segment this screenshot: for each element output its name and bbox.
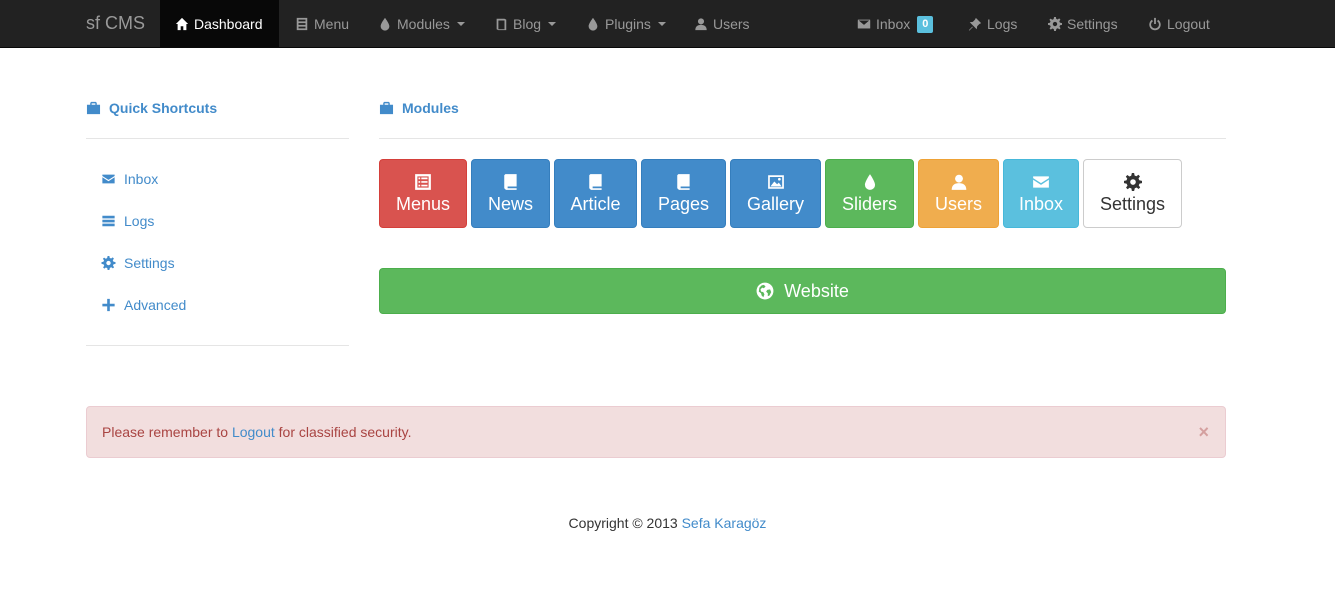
- user-icon: [951, 174, 966, 190]
- plus-icon: [102, 298, 115, 312]
- modules-title-text: Modules: [402, 100, 459, 116]
- nav-dashboard-label: Dashboard: [194, 16, 263, 32]
- nav-logout[interactable]: Logout: [1148, 0, 1210, 48]
- nav-inbox[interactable]: Inbox 0: [857, 0, 934, 48]
- module-article-label: Article: [570, 193, 621, 214]
- footer-copyright: Copyright © 2013: [568, 515, 682, 531]
- website-button-label: Website: [784, 280, 849, 301]
- nav-plugins-label: Plugins: [605, 16, 651, 32]
- footer-author-link[interactable]: Sefa Karagöz: [682, 515, 767, 531]
- off-icon: [1149, 17, 1161, 31]
- list-icon: [296, 17, 308, 31]
- divider: [86, 138, 349, 139]
- divider: [379, 138, 1226, 139]
- module-menus-button[interactable]: Menus: [379, 159, 467, 228]
- book-icon: [676, 173, 690, 190]
- envelope-icon: [1033, 175, 1049, 188]
- cog-icon: [1048, 17, 1062, 31]
- caret-down-icon: [657, 22, 666, 26]
- cog-icon: [1123, 172, 1142, 191]
- tint-icon: [588, 17, 598, 31]
- module-gallery-label: Gallery: [746, 193, 804, 214]
- list-alt-icon: [415, 173, 431, 190]
- shortcut-logs-label: Logs: [124, 213, 155, 229]
- module-inbox-label: Inbox: [1018, 193, 1064, 214]
- shortcut-inbox-label: Inbox: [124, 171, 159, 187]
- shortcut-settings-label: Settings: [124, 255, 175, 271]
- nav-logs-label: Logs: [987, 16, 1018, 32]
- nav-plugins[interactable]: Plugins: [586, 0, 666, 48]
- module-pages-label: Pages: [657, 193, 710, 214]
- tasks-icon: [102, 215, 115, 227]
- globe-icon: [756, 282, 774, 300]
- tint-icon: [380, 17, 390, 31]
- divider: [86, 345, 349, 346]
- module-news-label: News: [487, 193, 533, 214]
- nav-inbox-label: Inbox: [876, 16, 911, 32]
- shortcut-advanced[interactable]: Advanced: [101, 295, 186, 315]
- shortcut-settings[interactable]: Settings: [101, 253, 175, 273]
- nav-menu-label: Menu: [314, 16, 350, 32]
- website-button[interactable]: Website: [379, 268, 1226, 314]
- module-menus-label: Menus: [395, 193, 451, 214]
- close-icon[interactable]: ×: [1198, 407, 1209, 457]
- module-users-label: Users: [934, 193, 982, 214]
- nav-modules-label: Modules: [397, 16, 450, 32]
- nav-logout-label: Logout: [1167, 16, 1210, 32]
- nav-dashboard[interactable]: Dashboard: [160, 0, 279, 48]
- top-navbar: sf CMS Dashboard Menu Modules Blog Plugi…: [0, 0, 1335, 48]
- nav-blog[interactable]: Blog: [494, 0, 557, 48]
- book-icon: [496, 18, 507, 31]
- shortcut-advanced-label: Advanced: [124, 297, 187, 313]
- alert-logout-link[interactable]: Logout: [232, 424, 275, 440]
- nav-logs[interactable]: Logs: [968, 0, 1017, 48]
- cog-icon: [101, 256, 116, 270]
- nav-users-label: Users: [713, 16, 750, 32]
- user-icon: [695, 18, 707, 31]
- module-inbox-button[interactable]: Inbox: [1003, 159, 1079, 228]
- module-sliders-button[interactable]: Sliders: [825, 159, 914, 228]
- module-article-button[interactable]: Article: [554, 159, 637, 228]
- alert-text-before: Please remember to: [102, 424, 232, 440]
- module-settings-button[interactable]: Settings: [1083, 159, 1182, 228]
- module-news-button[interactable]: News: [471, 159, 550, 228]
- nav-blog-label: Blog: [513, 16, 542, 32]
- pushpin-icon: [968, 17, 982, 31]
- picture-icon: [767, 174, 784, 189]
- quick-shortcuts-title-text: Quick Shortcuts: [109, 100, 218, 116]
- shortcut-inbox[interactable]: Inbox: [101, 169, 158, 189]
- briefcase-icon: [379, 101, 394, 115]
- logout-reminder-alert: Please remember to Logout for classified…: [86, 406, 1226, 458]
- nav-settings-label: Settings: [1067, 16, 1118, 32]
- module-gallery-button[interactable]: Gallery: [730, 159, 821, 228]
- nav-menu[interactable]: Menu: [295, 0, 349, 48]
- alert-text-after: for classified security.: [274, 424, 412, 440]
- module-settings-label: Settings: [1099, 193, 1166, 214]
- module-pages-button[interactable]: Pages: [641, 159, 726, 228]
- home-icon: [175, 17, 189, 31]
- caret-down-icon: [456, 22, 465, 26]
- module-sliders-label: Sliders: [841, 193, 898, 214]
- book-icon: [503, 173, 517, 190]
- book-icon: [588, 173, 602, 190]
- module-users-button[interactable]: Users: [918, 159, 999, 228]
- nav-modules[interactable]: Modules: [378, 0, 465, 48]
- briefcase-icon: [86, 101, 101, 115]
- caret-down-icon: [548, 22, 557, 26]
- quick-shortcuts-title: Quick Shortcuts: [86, 96, 217, 120]
- envelope-icon: [857, 19, 871, 29]
- tint-icon: [864, 173, 875, 190]
- envelope-icon: [102, 174, 115, 184]
- shortcut-logs[interactable]: Logs: [101, 211, 154, 231]
- brand-logo[interactable]: sf CMS: [86, 0, 145, 48]
- modules-title: Modules: [379, 96, 459, 120]
- footer: Copyright © 2013 Sefa Karagöz: [0, 513, 1335, 533]
- nav-users[interactable]: Users: [694, 0, 750, 48]
- inbox-count-badge: 0: [917, 15, 934, 33]
- nav-settings[interactable]: Settings: [1048, 0, 1118, 48]
